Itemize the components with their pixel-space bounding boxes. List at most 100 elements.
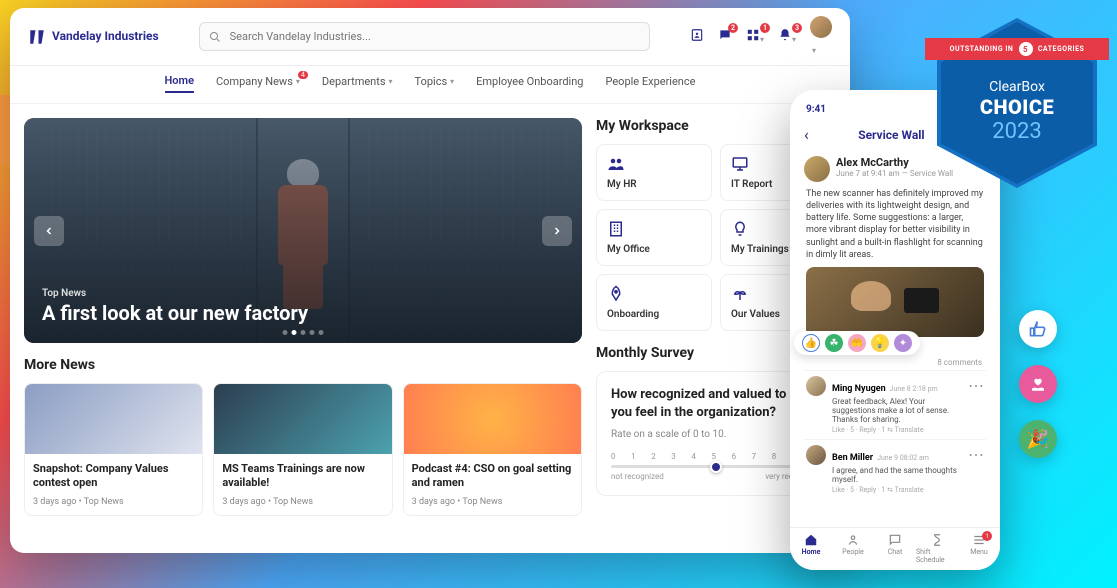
hero-carousel[interactable]: Top News A first look at our new factory — [24, 118, 582, 343]
bulb-reaction[interactable]: 💡 — [871, 334, 889, 352]
comment-actions[interactable]: Like · 5 · Reply · 1 ⇆ Translate — [832, 486, 962, 494]
people-icon — [607, 155, 625, 173]
more-icon[interactable]: ⋯ — [968, 445, 984, 494]
news-card[interactable]: MS Teams Trainings are now available! 3 … — [213, 383, 392, 516]
ribbon-right: CATEGORIES — [1038, 45, 1085, 53]
hero-pagination — [283, 330, 324, 335]
reactions-bar: 👍 ☘ 🤲 💡 ✦ — [804, 331, 986, 356]
tab-shift[interactable]: Shift Schedule — [916, 533, 958, 564]
news-card[interactable]: Podcast #4: CSO on goal setting and rame… — [403, 383, 582, 516]
news-thumbnail — [25, 384, 202, 454]
bell-icon[interactable]: 3▾ — [778, 27, 796, 46]
main-body: Top News A first look at our new factory… — [10, 104, 850, 553]
more-icon[interactable]: ⋯ — [968, 376, 984, 434]
workspace-label: My HR — [607, 179, 637, 190]
chat-icon[interactable]: 2 — [718, 27, 732, 46]
comments-count[interactable]: 8 comments — [808, 358, 982, 367]
search-input[interactable] — [199, 22, 650, 51]
chat-badge: 2 — [728, 23, 738, 33]
hero-dot-active[interactable] — [292, 330, 297, 335]
comment-text: Great feedback, Alex! Your suggestions m… — [832, 397, 962, 424]
float-heart-hand[interactable] — [1019, 365, 1057, 403]
desktop-app-window: Vandelay Industries 2 1▾ 3▾ ▾ Home Compa… — [10, 8, 850, 553]
hero-dot[interactable] — [310, 330, 315, 335]
nav-onboarding[interactable]: Employee Onboarding — [476, 74, 583, 93]
plant-icon — [731, 285, 749, 303]
clearbox-badge: ClearBox CHOICE 2023 OUTSTANDING IN 5 CA… — [937, 18, 1097, 188]
thumbsup-reaction[interactable]: 👍 — [802, 334, 820, 352]
nav-home[interactable]: Home — [165, 74, 195, 93]
heart-hand-reaction[interactable]: 🤲 — [848, 334, 866, 352]
post-avatar[interactable] — [804, 156, 830, 182]
comment-item: Ming Nyugen June 8 2:18 pm Great feedback… — [804, 370, 986, 439]
tab-chat[interactable]: Chat — [874, 533, 916, 564]
post-text: The new scanner has definitely improved … — [806, 188, 984, 261]
post-author[interactable]: Alex McCarthy — [836, 156, 953, 169]
comment-avatar[interactable] — [806, 376, 826, 396]
tick: 6 — [732, 452, 737, 461]
comment-time: June 8 2:18 pm — [890, 385, 938, 393]
comment-author[interactable]: Ben Miller — [832, 453, 873, 463]
bell-badge: 3 — [792, 23, 802, 33]
hero-prev-button[interactable] — [34, 216, 64, 246]
comment-avatar[interactable] — [806, 445, 826, 465]
logo-icon — [28, 28, 46, 46]
hero-dot[interactable] — [283, 330, 288, 335]
mobile-tabbar: Home People Chat Shift Schedule Menu1 — [790, 527, 1000, 570]
workspace-tile-hr[interactable]: My HR — [596, 144, 712, 201]
workspace-tile-office[interactable]: My Office — [596, 209, 712, 266]
tab-label: Home — [802, 548, 821, 556]
nav-departments[interactable]: Departments▾ — [322, 74, 393, 93]
search-box — [199, 22, 650, 51]
news-thumbnail — [214, 384, 391, 454]
float-celebrate[interactable]: 🎉 — [1019, 420, 1057, 458]
apps-badge: 1 — [760, 23, 770, 33]
more-news-heading: More News — [24, 357, 582, 373]
hero-dot[interactable] — [301, 330, 306, 335]
tick: 8 — [772, 452, 777, 461]
slider-thumb[interactable] — [710, 461, 722, 473]
tick: 2 — [651, 452, 656, 461]
news-meta: 3 days ago • Top News — [412, 497, 573, 507]
comment-text: I agree, and had the same thoughts mysel… — [832, 466, 962, 484]
hero-text: Top News A first look at our new factory — [42, 288, 308, 325]
tab-label: People — [842, 548, 863, 556]
nav-topics[interactable]: Topics▾ — [415, 74, 455, 93]
nav-news-badge: 4 — [298, 71, 308, 79]
float-thumbsup[interactable] — [1019, 310, 1057, 348]
celebrate-reaction[interactable]: ✦ — [894, 334, 912, 352]
chevron-down-icon: ▾ — [389, 77, 393, 86]
main-nav: Home Company News▾4 Departments▾ Topics▾… — [10, 66, 850, 104]
brand-logo[interactable]: Vandelay Industries — [28, 28, 159, 46]
hero-dot[interactable] — [319, 330, 324, 335]
chat-icon — [888, 533, 902, 547]
news-title: Snapshot: Company Values contest open — [33, 462, 194, 491]
tab-people[interactable]: People — [832, 533, 874, 564]
post-image[interactable] — [806, 267, 984, 337]
workspace-tile-onboarding[interactable]: Onboarding — [596, 274, 712, 331]
nav-company-news[interactable]: Company News▾4 — [216, 74, 300, 93]
tab-label: Shift Schedule — [916, 548, 958, 564]
tab-home[interactable]: Home — [790, 533, 832, 564]
nav-topics-label: Topics — [415, 75, 448, 88]
user-menu[interactable]: ▾ — [810, 16, 832, 57]
apps-icon[interactable]: 1▾ — [746, 27, 764, 46]
comment-actions[interactable]: Like · 5 · Reply · 1 ⇆ Translate — [832, 426, 962, 434]
tab-label: Chat — [888, 548, 903, 556]
comment-author[interactable]: Ming Nyugen — [832, 384, 886, 394]
news-card[interactable]: Snapshot: Company Values contest open 3 … — [24, 383, 203, 516]
news-meta: 3 days ago • Top News — [33, 497, 194, 507]
badge-year: 2023 — [992, 119, 1041, 144]
hand-reaction[interactable]: ☘ — [825, 334, 843, 352]
search-icon — [209, 31, 221, 43]
tab-menu[interactable]: Menu1 — [958, 533, 1000, 564]
avatar-icon — [810, 16, 832, 38]
news-meta: 3 days ago • Top News — [222, 497, 383, 507]
tick: 1 — [631, 452, 636, 461]
news-thumbnail — [404, 384, 581, 454]
contacts-icon[interactable] — [690, 27, 704, 46]
workspace-label: IT Report — [731, 179, 772, 190]
hero-next-button[interactable] — [542, 216, 572, 246]
tick: 4 — [691, 452, 696, 461]
nav-people-experience[interactable]: People Experience — [605, 74, 695, 93]
